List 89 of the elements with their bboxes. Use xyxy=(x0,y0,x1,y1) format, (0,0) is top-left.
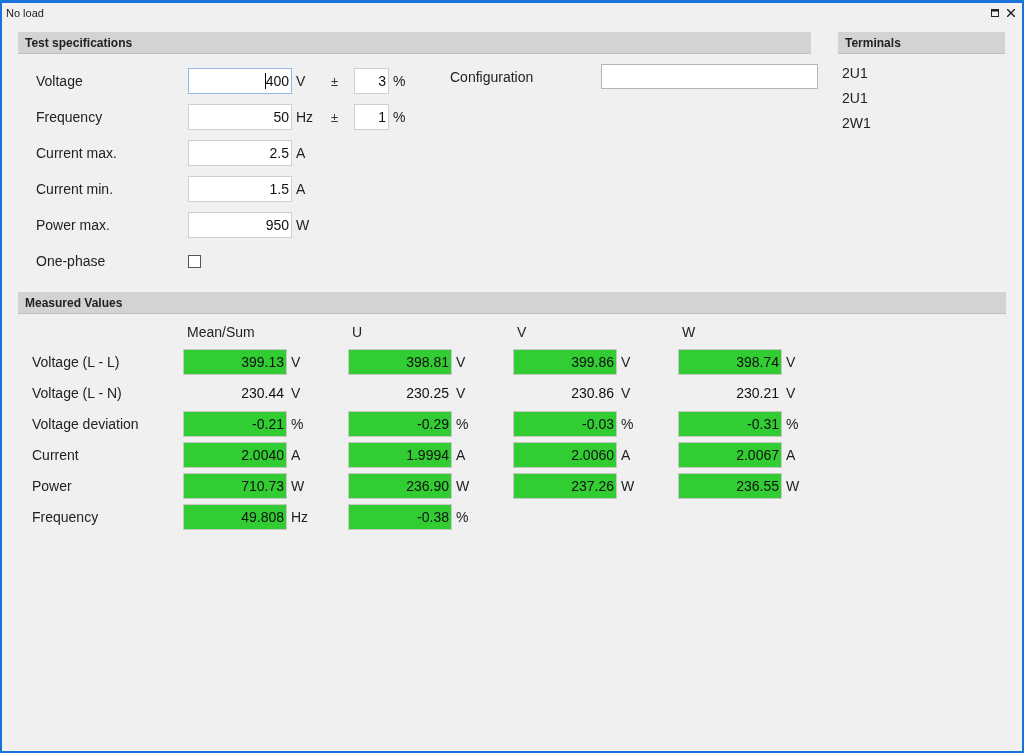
input-field[interactable] xyxy=(601,64,818,89)
unit-label: V xyxy=(290,354,302,370)
unit-label: % xyxy=(785,416,800,432)
unit-label: V xyxy=(620,385,632,401)
value-cell: -0.21 xyxy=(183,411,287,437)
unit-label: V xyxy=(785,354,797,370)
value-cell: 49.808 xyxy=(183,504,287,530)
unit-label: % xyxy=(620,416,635,432)
unit-label: Hz xyxy=(295,109,315,125)
unit-label: A xyxy=(290,447,302,463)
unit-label: W xyxy=(290,478,306,494)
value-cell: 237.26 xyxy=(513,473,617,499)
unit-label: Hz xyxy=(290,509,310,525)
value-cell: 2.0067 xyxy=(678,442,782,468)
value-cell: 398.81 xyxy=(348,349,452,375)
value-cell: 2.0060 xyxy=(513,442,617,468)
unit-label: V xyxy=(620,354,632,370)
input-field[interactable]: 1 xyxy=(354,104,389,130)
column-header: Mean/Sum xyxy=(186,324,256,342)
field-label: Current max. xyxy=(36,145,118,161)
unit-label: A xyxy=(620,447,632,463)
unit-label: A xyxy=(785,447,797,463)
row-label: Frequency xyxy=(32,509,100,525)
field-label: Voltage xyxy=(36,73,84,89)
terminal-item[interactable]: 2U1 xyxy=(842,90,1005,106)
field-label: Power max. xyxy=(36,217,111,233)
unit-label: V xyxy=(290,385,302,401)
row-label: Power xyxy=(32,478,73,494)
value-cell: 398.74 xyxy=(678,349,782,375)
unit-label: V xyxy=(295,73,307,89)
plus-minus-sign: ± xyxy=(331,73,340,89)
unit-label: W xyxy=(455,478,471,494)
input-field[interactable]: 950 xyxy=(188,212,292,238)
row-label: Current xyxy=(32,447,80,463)
unit-label: V xyxy=(785,385,797,401)
section-header: Measured Values xyxy=(18,292,1006,314)
unit-label: V xyxy=(455,385,467,401)
column-header: V xyxy=(516,324,528,342)
input-field[interactable]: 2.5 xyxy=(188,140,292,166)
unit-label: V xyxy=(455,354,467,370)
text-caret xyxy=(264,73,266,89)
section-header: Test specifications xyxy=(18,32,811,54)
value-cell: 399.86 xyxy=(513,349,617,375)
value-cell: -0.38 xyxy=(348,504,452,530)
value-cell: -0.03 xyxy=(513,411,617,437)
unit-label: W xyxy=(620,478,636,494)
value-cell: 236.55 xyxy=(678,473,782,499)
terminal-item[interactable]: 2U1 xyxy=(842,65,1005,81)
input-field[interactable]: 3 xyxy=(354,68,389,94)
value-cell: 236.90 xyxy=(348,473,452,499)
row-label: Voltage (L - L) xyxy=(32,354,121,370)
plus-minus-sign: ± xyxy=(331,109,340,125)
window-title: No load xyxy=(6,7,44,19)
value-cell-text: 230.21 xyxy=(735,384,780,403)
field-label: Current min. xyxy=(36,181,115,197)
unit-label: % xyxy=(455,509,470,525)
unit-label: W xyxy=(295,217,311,233)
field-label: Configuration xyxy=(450,68,535,87)
section-header: Terminals xyxy=(838,32,1005,54)
unit-label: % xyxy=(455,416,470,432)
value-cell: -0.31 xyxy=(678,411,782,437)
column-header: W xyxy=(681,324,697,342)
checkbox[interactable] xyxy=(188,254,201,268)
field-label: One-phase xyxy=(36,253,107,269)
close-button[interactable] xyxy=(1006,8,1016,18)
unit-label: A xyxy=(295,145,307,161)
row-label: Voltage deviation xyxy=(32,416,140,432)
unit-label: W xyxy=(785,478,801,494)
value-cell: 1.9994 xyxy=(348,442,452,468)
value-cell: 2.0040 xyxy=(183,442,287,468)
input-field[interactable]: 400 xyxy=(188,68,292,94)
value-cell: 399.13 xyxy=(183,349,287,375)
unit-label: A xyxy=(455,447,467,463)
value-cell-text: 230.44 xyxy=(240,384,285,403)
value-cell-text: 230.25 xyxy=(405,384,450,403)
value-cell: -0.29 xyxy=(348,411,452,437)
input-field[interactable]: 50 xyxy=(188,104,292,130)
unit-label: A xyxy=(295,181,307,197)
column-header: U xyxy=(351,324,364,342)
unit-label: % xyxy=(392,73,407,89)
unit-label: % xyxy=(290,416,305,432)
unit-label: % xyxy=(392,109,407,125)
maximize-button[interactable] xyxy=(990,8,1000,18)
terminal-item[interactable]: 2W1 xyxy=(842,115,1005,131)
row-label: Voltage (L - N) xyxy=(32,385,123,401)
input-field[interactable]: 1.5 xyxy=(188,176,292,202)
value-cell: 710.73 xyxy=(183,473,287,499)
field-label: Frequency xyxy=(36,109,104,125)
value-cell-text: 230.86 xyxy=(570,384,615,403)
